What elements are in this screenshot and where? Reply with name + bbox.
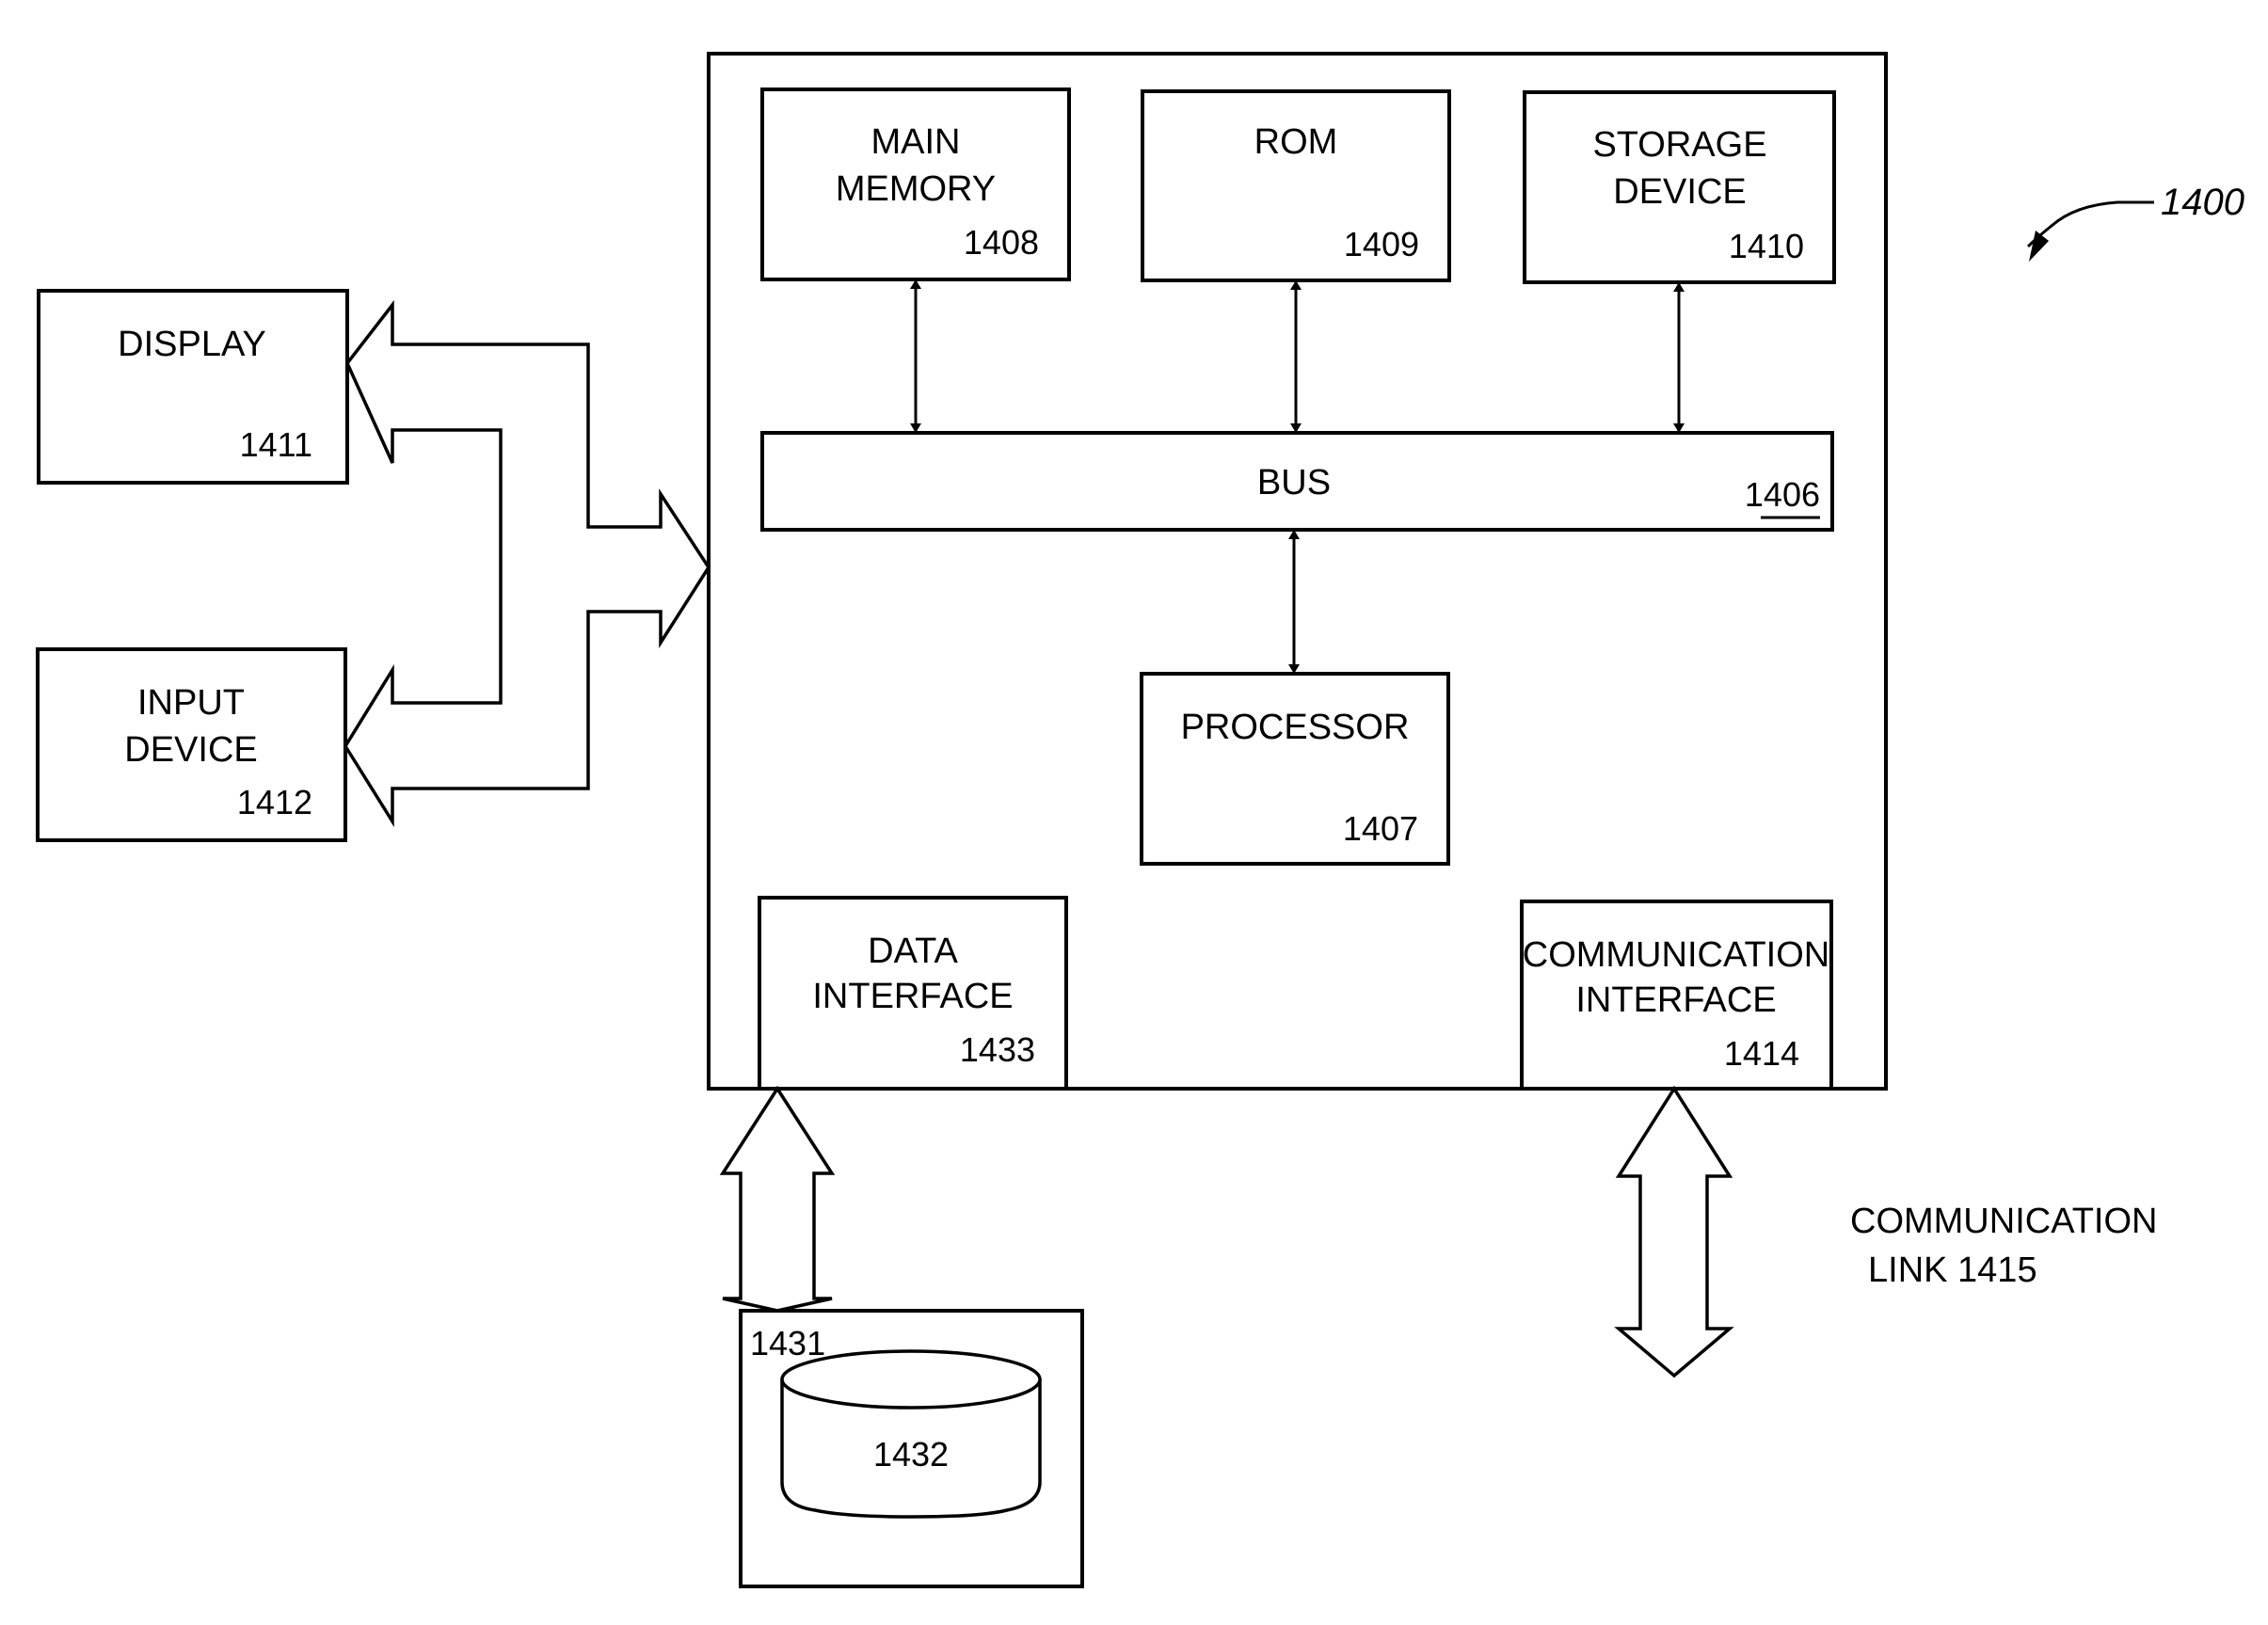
processor-ref: 1407 bbox=[1343, 809, 1418, 848]
figure-leader-arrowhead bbox=[2029, 231, 2049, 262]
main-memory-ref: 1408 bbox=[964, 223, 1039, 262]
input-device-ref: 1412 bbox=[237, 783, 312, 821]
data-interface-label-1: DATA bbox=[868, 932, 958, 971]
database-cylinder: 1432 bbox=[780, 1349, 1042, 1519]
storage-ref: 1410 bbox=[1729, 227, 1804, 265]
comm-link-label-1: COMMUNICATION bbox=[1850, 1202, 2158, 1241]
comm-interface-label-1: COMMUNICATION bbox=[1523, 935, 1830, 975]
rom-block: ROM 1409 bbox=[1141, 89, 1451, 282]
communication-link-double-arrow bbox=[1614, 1085, 1734, 1378]
data-interface-label-2: INTERFACE bbox=[812, 977, 1013, 1016]
rom-label: ROM bbox=[1254, 122, 1338, 162]
bus-ref: 1406 bbox=[1745, 475, 1820, 514]
processor-block: PROCESSOR 1407 bbox=[1140, 672, 1450, 866]
processor-label: PROCESSOR bbox=[1181, 708, 1410, 747]
figure-reference: 1400 bbox=[2026, 182, 2244, 262]
data-interface-ref: 1433 bbox=[960, 1030, 1035, 1069]
comm-link-label-2: LINK 1415 bbox=[1868, 1251, 2037, 1290]
storage-device-block: STORAGE DEVICE 1410 bbox=[1523, 90, 1836, 284]
computer-system-diagram: MAIN MEMORY 1408 ROM 1409 STORAGE DEVICE… bbox=[36, 52, 2244, 1588]
display-ref: 1411 bbox=[240, 425, 312, 464]
database-enclosure-ref: 1431 bbox=[750, 1324, 825, 1362]
main-memory-label-1: MAIN bbox=[871, 122, 961, 162]
input-device-label-1: INPUT bbox=[137, 683, 245, 723]
comm-interface-ref: 1414 bbox=[1724, 1034, 1799, 1073]
display-block: DISPLAY 1411 bbox=[37, 289, 349, 485]
input-device-label-2: DEVICE bbox=[124, 730, 257, 770]
data-interface-block: DATA INTERFACE 1433 bbox=[758, 896, 1068, 1091]
figure-number: 1400 bbox=[2161, 182, 2244, 223]
io-bus-arrow bbox=[343, 299, 711, 828]
input-device-block: INPUT DEVICE 1412 bbox=[36, 647, 347, 842]
storage-label-2: DEVICE bbox=[1613, 172, 1746, 212]
comm-interface-label-2: INTERFACE bbox=[1575, 980, 1776, 1020]
display-label: DISPLAY bbox=[118, 325, 266, 364]
bus-label: BUS bbox=[1257, 463, 1331, 502]
communication-interface-block: COMMUNICATION INTERFACE 1414 bbox=[1520, 900, 1833, 1091]
bus-block: BUS 1406 bbox=[760, 431, 1834, 532]
data-interface-double-arrow bbox=[719, 1085, 836, 1313]
main-memory-block: MAIN MEMORY 1408 bbox=[760, 88, 1071, 281]
rom-ref: 1409 bbox=[1344, 225, 1419, 263]
storage-label-1: STORAGE bbox=[1592, 125, 1766, 165]
database-ref: 1432 bbox=[873, 1435, 949, 1474]
main-memory-label-2: MEMORY bbox=[836, 169, 996, 209]
